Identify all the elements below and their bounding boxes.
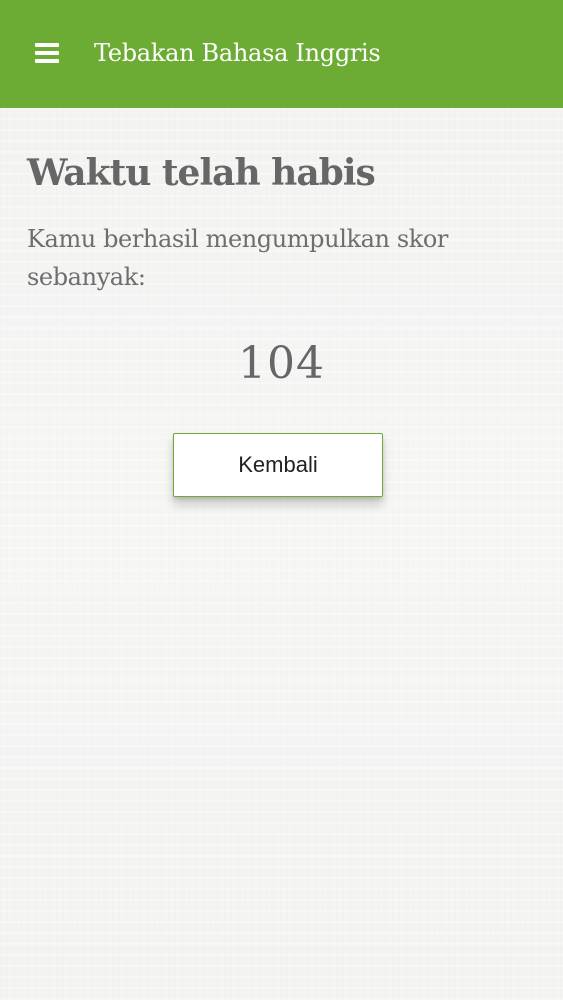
time-up-heading: Waktu telah habis — [27, 152, 376, 194]
app-title: Tebakan Bahasa Inggris — [94, 39, 381, 67]
hamburger-menu-icon[interactable] — [32, 40, 62, 66]
menu-bar-line — [35, 43, 59, 47]
menu-bar-line — [35, 59, 59, 63]
score-value: 104 — [238, 338, 325, 389]
result-panel: Waktu telah habis Kamu berhasil mengumpu… — [27, 148, 537, 296]
menu-bar-line — [35, 51, 59, 55]
back-button[interactable]: Kembali — [173, 433, 383, 497]
app-bar: Tebakan Bahasa Inggris — [0, 0, 563, 108]
score-message: Kamu berhasil mengumpulkan skor sebanyak… — [27, 225, 448, 291]
